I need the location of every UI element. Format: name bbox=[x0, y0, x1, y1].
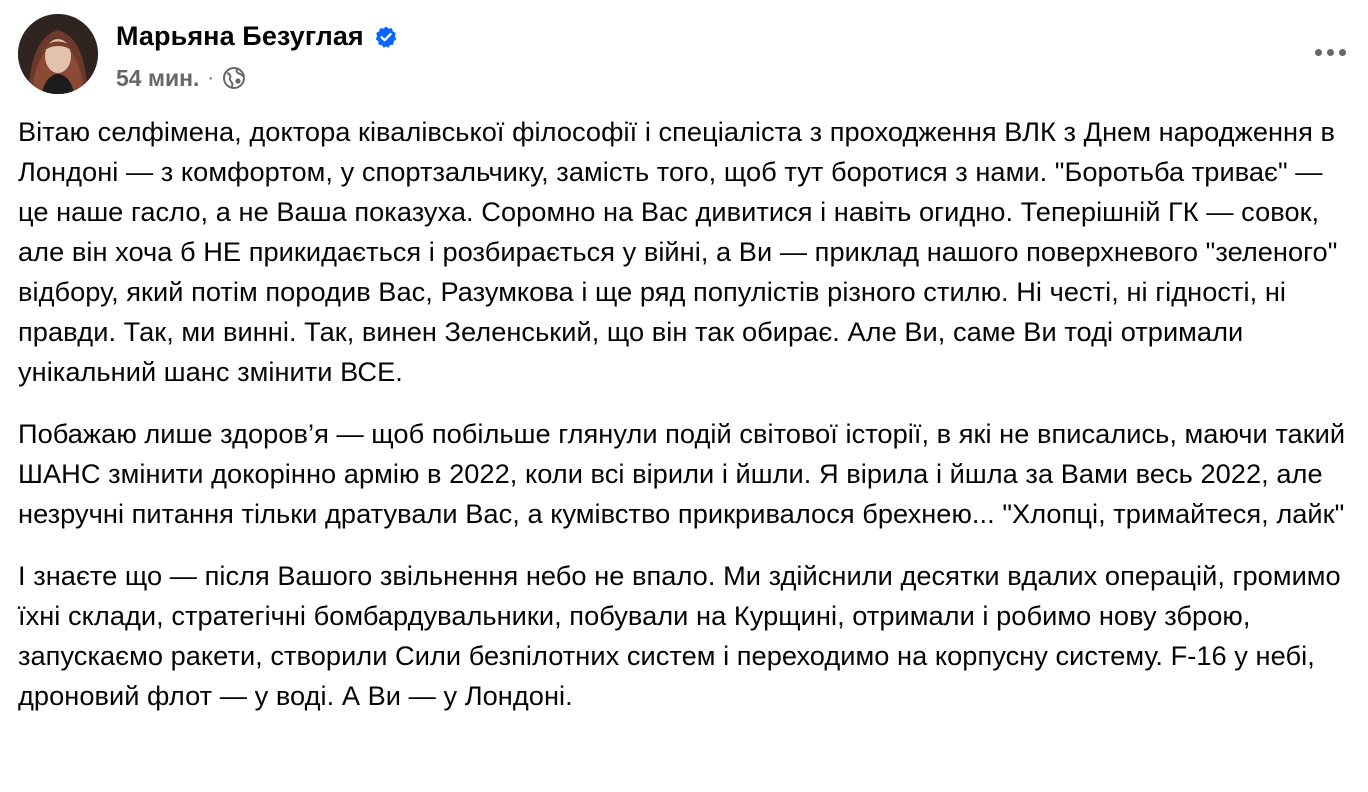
meta-separator: · bbox=[207, 66, 215, 89]
author-row: Марьяна Безуглая bbox=[116, 18, 398, 54]
avatar[interactable] bbox=[18, 14, 98, 94]
post-paragraph-2: Побажаю лише здоров’я — щоб побільше гля… bbox=[18, 418, 1346, 529]
more-options-button[interactable] bbox=[1308, 30, 1352, 74]
verified-badge-icon bbox=[374, 25, 398, 49]
post-text: Вітаю селфімена, доктора ківалівської фі… bbox=[18, 112, 1356, 738]
person-avatar-icon bbox=[18, 14, 98, 94]
post-meta: 54 мин. · bbox=[116, 62, 246, 94]
globe-icon[interactable] bbox=[222, 66, 246, 90]
author-name[interactable]: Марьяна Безуглая bbox=[116, 21, 364, 52]
more-options-icon bbox=[1314, 48, 1346, 56]
facebook-post: Марьяна Безуглая 54 мин. · Вітаю селфіме… bbox=[0, 0, 1368, 792]
post-paragraph-1: Вітаю селфімена, доктора ківалівської фі… bbox=[18, 116, 1338, 387]
post-timestamp[interactable]: 54 мин. bbox=[116, 65, 199, 92]
post-paragraph-3: І знаєте що — після Вашого звільнення не… bbox=[18, 560, 1341, 711]
